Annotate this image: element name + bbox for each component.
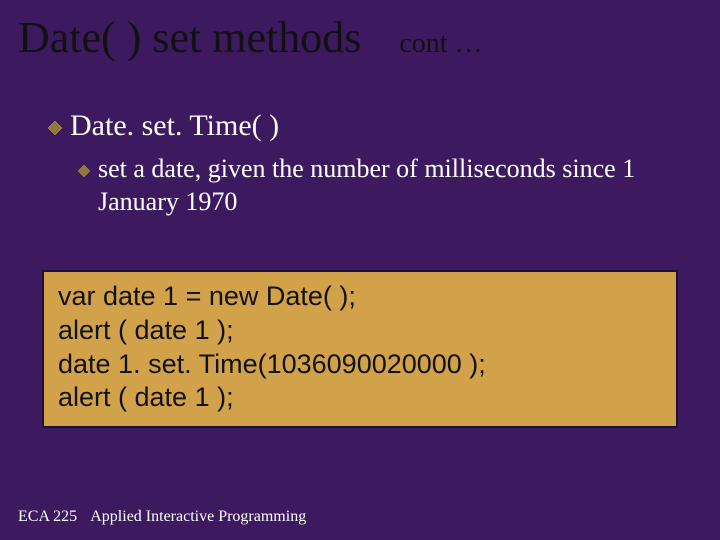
method-desc-row: set a date, given the number of millisec… [78,153,720,218]
course-code: ECA 225 [18,508,77,525]
slide-cont: cont … [399,28,482,60]
code-example-box: var date 1 = new Date( ); alert ( date 1… [42,270,678,428]
slide-footer: ECA 225 Applied Interactive Programming [18,508,306,526]
slide-title: Date( ) set methods [18,12,361,63]
diamond-bullet-icon [78,165,90,177]
diamond-bullet-icon [48,121,62,135]
slide-body: Date. set. Time( ) set a date, given the… [0,63,720,218]
method-name-row: Date. set. Time( ) [48,109,720,143]
slide: Date( ) set methods cont … Date. set. Ti… [0,0,720,540]
method-name: Date. set. Time( ) [70,109,279,143]
code-line-3: date 1. set. Time(1036090020000 ); [58,348,662,382]
code-line-2: alert ( date 1 ); [58,314,662,348]
title-row: Date( ) set methods cont … [0,0,720,63]
method-desc: set a date, given the number of millisec… [98,153,688,218]
code-line-4: alert ( date 1 ); [58,381,662,415]
course-title: Applied Interactive Programming [90,508,306,525]
code-line-1: var date 1 = new Date( ); [58,280,662,314]
